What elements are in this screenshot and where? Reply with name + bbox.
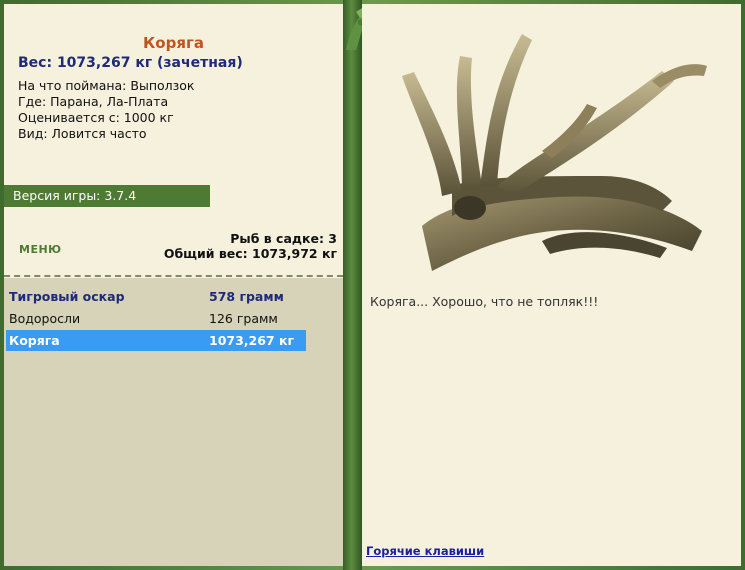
game-version-bar: Версия игры: 3.7.4 — [4, 185, 210, 207]
catch-item-tiger-oscar[interactable]: Тигровый оскар 578 грамм — [6, 286, 306, 307]
catch-item-snag[interactable]: Коряга 1073,267 кг — [6, 330, 306, 351]
catch-item-seaweed[interactable]: Водоросли 126 грамм — [6, 308, 306, 329]
fish-description: Коряга... Хорошо, что не топляк!!! — [370, 294, 599, 309]
keepnet-summary: Рыб в садке: 3 Общий вес: 1073,972 кг — [164, 231, 337, 261]
catch-item-weight: 578 грамм — [209, 289, 284, 304]
catch-item-weight: 126 грамм — [209, 311, 278, 326]
fish-preview-panel: Коряга... Хорошо, что не топляк!!! Горяч… — [362, 4, 741, 566]
fish-info-panel: Коряга Вес: 1073,267 кг (зачетная) На чт… — [4, 4, 343, 566]
catch-item-name: Водоросли — [9, 311, 81, 326]
bait-info: На что поймана: Выползок — [18, 78, 195, 93]
dashed-divider — [4, 275, 343, 277]
catch-item-name: Тигровый оскар — [9, 289, 125, 304]
keepnet-total-weight: Общий вес: 1073,972 кг — [163, 246, 337, 261]
fish-weight: Вес: 1073,267 кг (зачетная) — [18, 55, 243, 71]
keepnet-count: Рыб в садке: 3 — [230, 231, 337, 246]
frequency-info: Вид: Ловится часто — [18, 126, 147, 141]
fish-title: Коряга — [143, 34, 204, 52]
catch-list: Тигровый оскар 578 грамм Водоросли 126 г… — [4, 278, 343, 566]
menu-button[interactable]: МЕНЮ — [19, 243, 62, 256]
catch-item-weight: 1073,267 кг — [209, 333, 294, 348]
location-info: Где: Парана, Ла-Плата — [18, 94, 169, 109]
hotkeys-link[interactable]: Горячие клавиши — [366, 544, 484, 558]
catch-item-name: Коряга — [9, 333, 60, 348]
snag-image — [402, 34, 707, 271]
vine-divider — [343, 0, 362, 570]
valuation-info: Оценивается с: 1000 кг — [18, 110, 174, 125]
